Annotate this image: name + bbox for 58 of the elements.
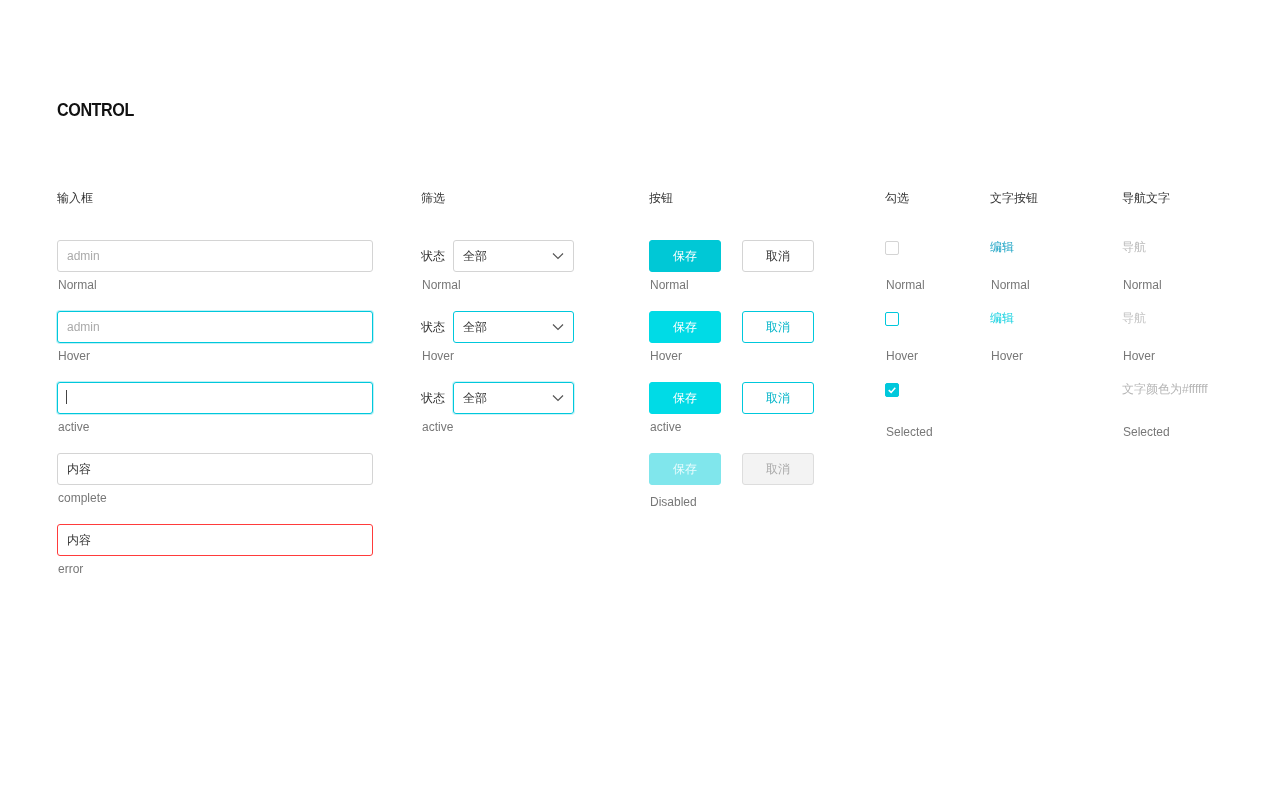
text-field[interactable]: 内容 xyxy=(57,524,373,556)
filter-label: 状态 xyxy=(421,389,445,407)
state-caption: error xyxy=(57,561,84,578)
text-field[interactable]: 内容 xyxy=(57,453,373,485)
edit-link[interactable]: 编辑 xyxy=(990,311,1014,325)
state-caption: Selected xyxy=(885,424,933,441)
save-button[interactable]: 保存 xyxy=(649,453,721,485)
filter-dropdown[interactable]: 全部 xyxy=(453,382,574,414)
text-cursor-icon xyxy=(66,390,67,404)
state-caption: active xyxy=(421,419,454,436)
state-caption: Normal xyxy=(885,277,925,294)
section-heading: 导航文字 xyxy=(1122,190,1170,207)
chevron-down-icon xyxy=(552,252,564,260)
save-button[interactable]: 保存 xyxy=(649,240,721,272)
state-caption: Hover xyxy=(885,348,918,365)
text-field[interactable] xyxy=(57,382,373,414)
state-caption: Normal xyxy=(649,277,689,294)
state-caption: Normal xyxy=(421,277,461,294)
checkbox[interactable] xyxy=(885,312,899,326)
state-caption: Hover xyxy=(990,348,1023,365)
edit-link[interactable]: 编辑 xyxy=(990,240,1014,254)
filter-dropdown[interactable]: 全部 xyxy=(453,240,574,272)
text-field[interactable]: admin xyxy=(57,240,373,272)
state-caption: complete xyxy=(57,490,107,507)
checkbox[interactable] xyxy=(885,241,899,255)
cancel-button[interactable]: 取消 xyxy=(742,240,814,272)
state-caption: active xyxy=(57,419,90,436)
state-caption: active xyxy=(649,419,682,436)
section-heading: 按钮 xyxy=(649,190,673,207)
state-caption: Selected xyxy=(1122,424,1170,441)
page-title: CONTROL xyxy=(57,98,134,122)
filter-label: 状态 xyxy=(421,247,445,265)
cancel-button[interactable]: 取消 xyxy=(742,453,814,485)
state-caption: Disabled xyxy=(649,494,697,511)
check-icon xyxy=(886,384,898,396)
cancel-button[interactable]: 取消 xyxy=(742,311,814,343)
cancel-button[interactable]: 取消 xyxy=(742,382,814,414)
state-caption: Hover xyxy=(649,348,682,365)
save-button[interactable]: 保存 xyxy=(649,311,721,343)
state-caption: Hover xyxy=(1122,348,1155,365)
state-caption: Hover xyxy=(57,348,90,365)
state-caption: Normal xyxy=(990,277,1030,294)
save-button[interactable]: 保存 xyxy=(649,382,721,414)
section-heading: 文字按钮 xyxy=(990,190,1038,207)
nav-text[interactable]: 文字颜色为#ffffff xyxy=(1122,382,1208,396)
checkbox[interactable] xyxy=(885,383,899,397)
chevron-down-icon xyxy=(552,323,564,331)
state-caption: Hover xyxy=(421,348,454,365)
section-heading: 筛选 xyxy=(421,190,445,207)
state-caption: Normal xyxy=(57,277,97,294)
filter-dropdown[interactable]: 全部 xyxy=(453,311,574,343)
text-field[interactable]: admin xyxy=(57,311,373,343)
filter-label: 状态 xyxy=(421,318,445,336)
chevron-down-icon xyxy=(552,394,564,402)
section-heading: 勾选 xyxy=(885,190,909,207)
nav-text[interactable]: 导航 xyxy=(1122,240,1146,254)
section-heading: 输入框 xyxy=(57,190,93,207)
state-caption: Normal xyxy=(1122,277,1162,294)
